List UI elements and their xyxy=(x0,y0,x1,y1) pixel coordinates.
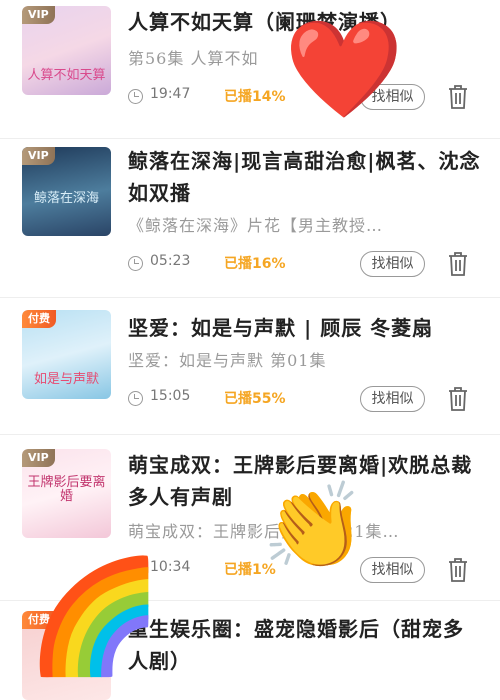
played-progress: 已播14% xyxy=(224,89,286,105)
rainbow-sticker: 🌈 xyxy=(26,552,163,680)
trash-icon[interactable] xyxy=(446,557,470,583)
clock-icon xyxy=(128,391,143,406)
clap-sticker: 👏 xyxy=(262,477,367,575)
trash-icon[interactable] xyxy=(446,84,470,110)
album-title[interactable]: 重生娱乐圈：盛宠隐婚影后（甜宠多人剧） xyxy=(128,613,482,677)
list-item[interactable]: VIP 鲸落在深海 鲸落在深海|现言高甜治愈|枫茗、沈念如双播 《鲸落在深海》片… xyxy=(0,139,500,298)
album-cover[interactable]: VIP 鲸落在深海 xyxy=(22,147,111,236)
clock-icon xyxy=(128,89,143,104)
album-title[interactable]: 鲸落在深海|现言高甜治愈|枫茗、沈念如双播 xyxy=(128,145,482,209)
episode-subtitle: 坚爱：如是与声默 第01集 xyxy=(128,351,327,370)
episode-subtitle: 《鲸落在深海》片花【男主教授… xyxy=(128,216,384,235)
played-progress: 已播16% xyxy=(224,256,286,272)
cover-title: 人算不如天算 xyxy=(27,68,106,83)
played-progress: 已播55% xyxy=(224,391,286,407)
album-cover[interactable]: VIP 人算不如天算 xyxy=(22,6,111,95)
find-similar-button[interactable]: 找相似 xyxy=(360,386,425,412)
album-cover[interactable]: 付费 如是与声默 xyxy=(22,310,111,399)
heart-sticker: ❤️ xyxy=(284,13,404,125)
duration: 05:23 xyxy=(150,253,191,269)
cover-title: 如是与声默 xyxy=(33,372,99,387)
vip-badge: VIP xyxy=(22,449,55,467)
trash-icon[interactable] xyxy=(446,251,470,277)
vip-badge: VIP xyxy=(22,6,55,24)
duration: 15:05 xyxy=(150,388,191,404)
find-similar-button[interactable]: 找相似 xyxy=(360,251,425,277)
list-item[interactable]: 付费 如是与声默 坚爱：如是与声默 | 顾辰 冬菱扇 坚爱：如是与声默 第01集… xyxy=(0,298,500,435)
clock-icon xyxy=(128,256,143,271)
cover-title: 鲸落在深海 xyxy=(33,191,99,206)
duration: 19:47 xyxy=(150,86,191,102)
item-meta: 15:05 已播55% 找相似 xyxy=(128,386,476,412)
album-title[interactable]: 坚爱：如是与声默 | 顾辰 冬菱扇 xyxy=(128,312,482,344)
paid-badge: 付费 xyxy=(22,310,56,328)
cover-title: 王牌影后要离婚 xyxy=(27,475,106,504)
list-item[interactable]: VIP 人算不如天算 人算不如天算（阑珊梦演播） 第56集 人算不如 19:47… xyxy=(0,0,500,139)
item-meta: 05:23 已播16% 找相似 xyxy=(128,251,476,277)
trash-icon[interactable] xyxy=(446,386,470,412)
vip-badge: VIP xyxy=(22,147,55,165)
find-similar-button[interactable]: 找相似 xyxy=(360,557,425,583)
album-cover[interactable]: VIP 王牌影后要离婚 xyxy=(22,449,111,538)
